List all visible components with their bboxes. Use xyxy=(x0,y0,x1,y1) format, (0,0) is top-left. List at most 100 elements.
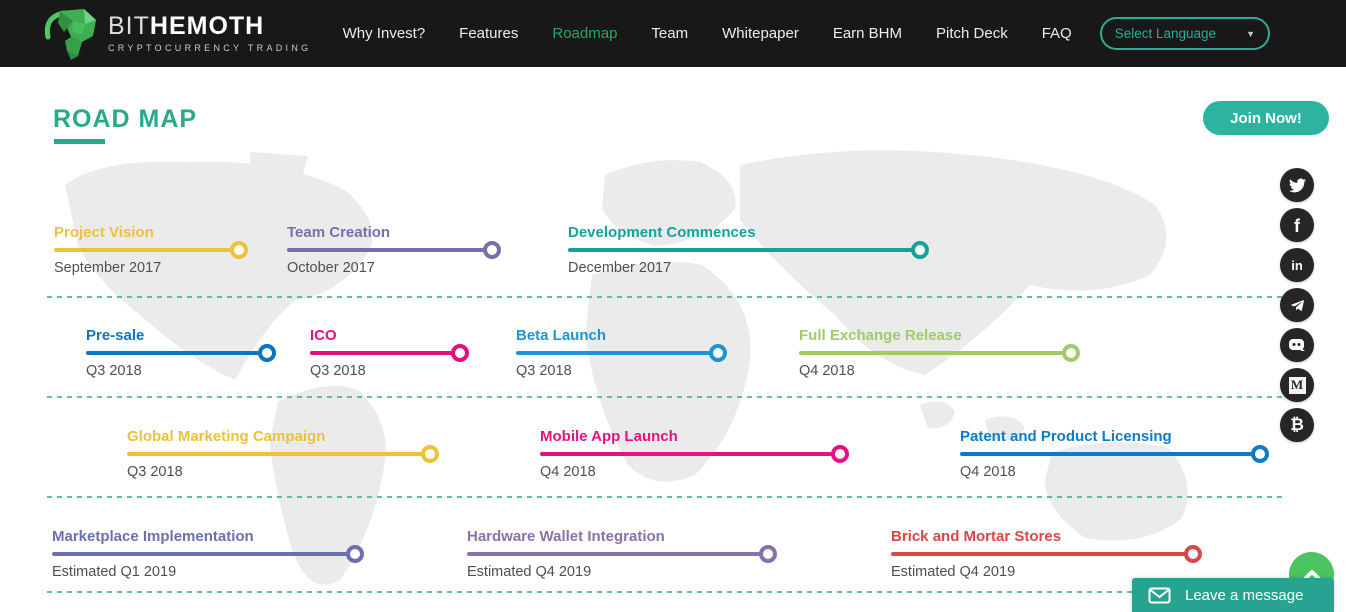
nav-item-whitepaper[interactable]: Whitepaper xyxy=(722,25,799,42)
milestone-date: Q4 2018 xyxy=(799,363,855,379)
chat-label: Leave a message xyxy=(1185,586,1304,604)
milestone-date: December 2017 xyxy=(568,260,672,276)
milestone-ico: ICO Q3 2018 xyxy=(310,327,469,379)
milestone-date: Q3 2018 xyxy=(127,464,183,480)
main-nav: Why Invest? Features Roadmap Team Whitepaper… xyxy=(343,25,1072,42)
milestone-node-icon xyxy=(230,241,248,259)
milestone-line xyxy=(540,445,849,463)
milestone-line xyxy=(52,545,364,563)
milestone-node-icon xyxy=(709,344,727,362)
milestone-title: Marketplace Implementation xyxy=(52,528,254,545)
milestone-line xyxy=(127,445,439,463)
milestone-line xyxy=(568,241,929,259)
milestone-hardware-wallet-integration: Hardware Wallet Integration Estimated Q4 … xyxy=(467,528,777,580)
milestone-date: Estimated Q4 2019 xyxy=(467,564,592,580)
social-medium-icon[interactable]: M xyxy=(1280,368,1314,402)
milestone-node-icon xyxy=(1184,545,1202,563)
milestone-title: Mobile App Launch xyxy=(540,428,678,445)
milestone-title: Brick and Mortar Stores xyxy=(891,528,1062,545)
mammoth-logo-icon xyxy=(44,8,96,60)
nav-item-pitch-deck[interactable]: Pitch Deck xyxy=(936,25,1008,42)
milestone-date: Estimated Q1 2019 xyxy=(52,564,177,580)
milestone-node-icon xyxy=(759,545,777,563)
milestone-development-commences: Development Commences December 2017 xyxy=(568,224,929,276)
milestone-date: Q3 2018 xyxy=(86,363,142,379)
milestone-title: Hardware Wallet Integration xyxy=(467,528,665,545)
social-rail: f in M ₿ xyxy=(1280,168,1314,442)
dashed-separator xyxy=(47,296,1283,298)
social-telegram-icon[interactable] xyxy=(1280,288,1314,322)
brand-name: BITHEMOTH xyxy=(108,14,311,39)
language-selector[interactable]: Select Language ▼ xyxy=(1099,17,1270,50)
social-bitcoin-icon[interactable]: ₿ xyxy=(1280,408,1314,442)
milestone-project-vision: Project Vision September 2017 xyxy=(54,224,248,276)
page-title: ROAD MAP xyxy=(53,105,198,133)
roadmap-page: BITHEMOTH CRYPTOCURRENCY TRADING Why Inv… xyxy=(0,0,1346,612)
milestone-full-exchange-release: Full Exchange Release Q4 2018 xyxy=(799,327,1080,379)
envelope-icon xyxy=(1148,587,1171,603)
milestone-date: Q3 2018 xyxy=(310,363,366,379)
milestone-beta-launch: Beta Launch Q3 2018 xyxy=(516,327,727,379)
social-linkedin-icon[interactable]: in xyxy=(1280,248,1314,282)
milestone-date: October 2017 xyxy=(287,260,375,276)
milestone-marketplace-implementation: Marketplace Implementation Estimated Q1 2… xyxy=(52,528,364,580)
social-discord-icon[interactable] xyxy=(1280,328,1314,362)
milestone-line xyxy=(960,445,1269,463)
milestone-title: Beta Launch xyxy=(516,327,607,344)
milestone-node-icon xyxy=(483,241,501,259)
milestone-title: Development Commences xyxy=(568,224,756,241)
chevron-down-icon: ▼ xyxy=(1246,28,1255,39)
milestone-pre-sale: Pre-sale Q3 2018 xyxy=(86,327,276,379)
milestone-patent-and-product-licensing: Patent and Product Licensing Q4 2018 xyxy=(960,428,1269,480)
milestone-node-icon xyxy=(421,445,439,463)
milestone-node-icon xyxy=(346,545,364,563)
dashed-separator xyxy=(47,396,1283,398)
social-facebook-icon[interactable]: f xyxy=(1280,208,1314,242)
milestone-title: Patent and Product Licensing xyxy=(960,428,1172,445)
milestone-line xyxy=(891,545,1202,563)
milestone-node-icon xyxy=(831,445,849,463)
milestone-global-marketing-campaign: Global Marketing Campaign Q3 2018 xyxy=(127,428,439,480)
chat-widget[interactable]: Leave a message xyxy=(1132,578,1334,612)
milestone-line xyxy=(467,545,777,563)
brand-name-thin: BIT xyxy=(108,12,150,40)
nav-item-team[interactable]: Team xyxy=(651,25,688,42)
milestone-date: Q3 2018 xyxy=(516,363,572,379)
milestone-date: September 2017 xyxy=(54,260,162,276)
milestone-line xyxy=(54,241,248,259)
milestone-node-icon xyxy=(1062,344,1080,362)
milestone-line xyxy=(86,344,276,362)
brand-logo[interactable]: BITHEMOTH CRYPTOCURRENCY TRADING xyxy=(42,7,311,61)
milestone-team-creation: Team Creation October 2017 xyxy=(287,224,501,276)
nav-item-why-invest[interactable]: Why Invest? xyxy=(343,25,426,42)
milestone-title: Pre-sale xyxy=(86,327,145,344)
milestone-title: Project Vision xyxy=(54,224,154,241)
milestone-node-icon xyxy=(1251,445,1269,463)
milestone-date: Q4 2018 xyxy=(960,464,1016,480)
social-twitter-icon[interactable] xyxy=(1280,168,1314,202)
milestone-title: Global Marketing Campaign xyxy=(127,428,326,445)
milestone-node-icon xyxy=(911,241,929,259)
dashed-separator xyxy=(47,496,1283,498)
milestone-line xyxy=(799,344,1080,362)
nav-item-earn-bhm[interactable]: Earn BHM xyxy=(833,25,902,42)
milestone-title: Full Exchange Release xyxy=(799,327,962,344)
brand-name-bold: HEMOTH xyxy=(149,12,265,40)
dashed-separator xyxy=(47,591,1283,593)
milestone-mobile-app-launch: Mobile App Launch Q4 2018 xyxy=(540,428,849,480)
milestone-node-icon xyxy=(258,344,276,362)
milestone-title: ICO xyxy=(310,327,337,344)
milestone-title: Team Creation xyxy=(287,224,391,241)
milestone-brick-and-mortar-stores: Brick and Mortar Stores Estimated Q4 2019 xyxy=(891,528,1202,580)
brand-tagline: CRYPTOCURRENCY TRADING xyxy=(108,43,312,53)
language-selector-value: Select Language xyxy=(1114,26,1217,41)
title-underline xyxy=(54,139,105,144)
nav-item-roadmap[interactable]: Roadmap xyxy=(552,25,617,42)
header: BITHEMOTH CRYPTOCURRENCY TRADING Why Inv… xyxy=(0,0,1346,67)
milestone-date: Q4 2018 xyxy=(540,464,596,480)
join-now-button[interactable]: Join Now! xyxy=(1203,101,1329,135)
milestone-line xyxy=(310,344,469,362)
nav-item-faq[interactable]: FAQ xyxy=(1042,25,1072,42)
milestone-line xyxy=(287,241,501,259)
nav-item-features[interactable]: Features xyxy=(459,25,518,42)
